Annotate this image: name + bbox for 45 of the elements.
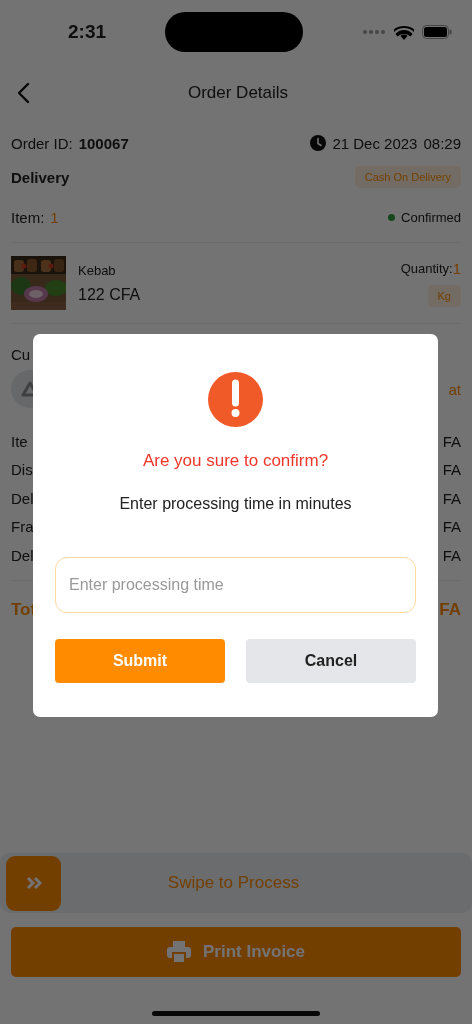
summary-label: Ite xyxy=(11,432,28,450)
order-date: 21 Dec 2023 xyxy=(332,134,418,152)
dialog-title: Are you sure to confirm? xyxy=(142,451,329,471)
cancel-button[interactable]: Cancel xyxy=(246,639,416,683)
total-value: FA xyxy=(439,599,461,620)
clock-icon xyxy=(310,135,327,151)
summary-label: Dis xyxy=(11,461,33,479)
item-price: 122 CFA xyxy=(78,285,141,304)
swipe-handle[interactable] xyxy=(6,855,61,911)
swipe-track[interactable]: Swipe to Process xyxy=(0,853,472,913)
order-type: Delivery xyxy=(11,168,70,186)
quantity-label: Quantity: xyxy=(400,260,453,276)
summary-value: FA xyxy=(442,461,461,479)
item-count: 1 xyxy=(50,208,59,226)
screen-title: Order Details xyxy=(187,83,289,103)
summary-label: Del xyxy=(11,546,34,564)
order-id-label: Order ID: xyxy=(11,134,73,152)
item-count-label: Item: xyxy=(11,208,45,226)
summary-value: FA xyxy=(442,546,461,564)
alert-icon xyxy=(208,372,263,427)
dialog-message: Enter processing time in minutes xyxy=(119,495,352,513)
submit-button[interactable]: Submit xyxy=(55,639,225,683)
item-name: Kebab xyxy=(78,262,117,278)
wifi-icon xyxy=(394,24,414,40)
summary-value: FA xyxy=(442,518,461,536)
printer-icon xyxy=(167,941,191,963)
summary-label: Fra xyxy=(11,518,34,536)
battery-icon xyxy=(422,25,452,39)
order-time: 08:29 xyxy=(423,134,461,152)
summary-value: FA xyxy=(442,432,461,450)
quantity-value: 1 xyxy=(452,259,461,277)
back-button[interactable] xyxy=(16,82,30,104)
summary-label: Del xyxy=(11,489,34,507)
signal-icon xyxy=(362,29,386,35)
summary-value: FA xyxy=(442,489,461,507)
swipe-label: Swipe to Process xyxy=(166,873,301,893)
payment-tag: Cash On Delivery xyxy=(354,166,461,188)
section-label: Cu xyxy=(10,345,32,363)
print-invoice-button[interactable]: Print Invoice xyxy=(11,927,461,977)
chat-link[interactable]: at xyxy=(448,380,461,398)
order-status: Confirmed xyxy=(401,209,461,225)
processing-time-field[interactable]: Enter processing time xyxy=(55,557,416,613)
order-id: 100067 xyxy=(78,134,129,152)
unit-tag: Kg xyxy=(427,284,461,307)
status-time: 2:31 xyxy=(68,21,107,43)
